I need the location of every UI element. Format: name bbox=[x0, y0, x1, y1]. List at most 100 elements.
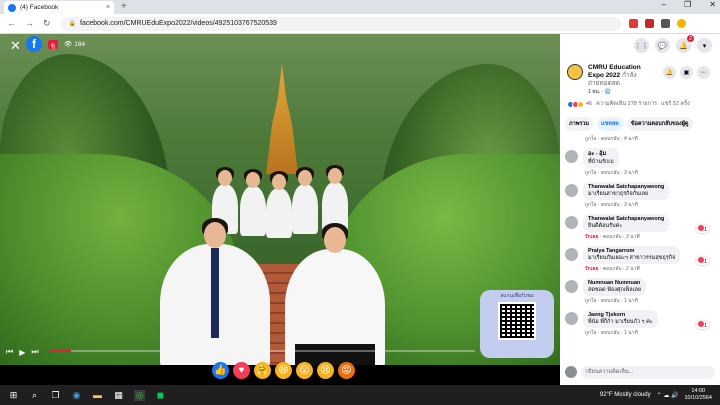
comment-bubble: อะ - อุ้ม ที่บ้านรักเบ bbox=[583, 148, 619, 168]
comment-actions[interactable]: · ตอบกลับ · 2 นาที bbox=[598, 266, 640, 272]
minimize-button[interactable]: – bbox=[662, 0, 666, 9]
comment-author[interactable]: Jaeng Tjskorn bbox=[588, 312, 653, 318]
tab-viewer-replies[interactable]: ข้อความตอบกลับของผู้ดู bbox=[626, 117, 693, 131]
like-count-value: 1 bbox=[704, 259, 707, 265]
love-reaction-icon[interactable]: ♥ bbox=[233, 362, 250, 379]
notification-badge: 2 bbox=[687, 35, 694, 42]
edge-icon[interactable]: ◉ bbox=[71, 390, 82, 401]
comment-author[interactable]: Numnuan Numnuan bbox=[588, 280, 641, 286]
menu-grid-icon[interactable]: ⋮⋮ bbox=[634, 38, 649, 53]
angry-reaction-icon[interactable]: 😡 bbox=[338, 362, 355, 379]
window-controls: – ❐ ✕ bbox=[662, 0, 716, 9]
browser-tab[interactable]: (4) Facebook × bbox=[4, 1, 114, 14]
page-actions: 🔔 ▣ ⋯ bbox=[663, 66, 710, 79]
video-player[interactable]: สแกนเพื่อรับชม bbox=[0, 34, 560, 365]
commenter-avatar[interactable] bbox=[565, 312, 578, 325]
tray-icons[interactable]: ⌃ ☁ 🔊 bbox=[657, 392, 679, 399]
comment-author[interactable]: Thanwalai Satchapanyawong bbox=[588, 184, 664, 190]
tab-title: (4) Facebook bbox=[20, 4, 59, 11]
video-person bbox=[266, 171, 292, 238]
commenter-avatar[interactable] bbox=[565, 248, 578, 261]
panel-tabs: ภาพรวม แชทสด ข้อความตอบกลับของผู้ดู bbox=[565, 117, 693, 131]
facebook-logo-icon[interactable]: f bbox=[26, 36, 42, 52]
comments-count[interactable]: ความคิดเห็น 278 รายการ bbox=[596, 100, 657, 108]
url-field[interactable]: 🔒 facebook.com/CMRUEduExpo2022/videos/49… bbox=[60, 16, 621, 31]
tab-live-chat[interactable]: แชทสด bbox=[597, 117, 623, 131]
comment-author[interactable]: อะ - อุ้ม bbox=[588, 150, 614, 158]
comment-meta: ถูกใจ · ตอบกลับ · 1 นาที bbox=[585, 329, 715, 337]
notifications-icon[interactable]: 🔔 2 bbox=[676, 35, 694, 53]
like-count-value: 1 bbox=[704, 227, 707, 233]
commenter-avatar[interactable] bbox=[565, 184, 578, 197]
comment-actions[interactable]: · ตอบกลับ · 3 นาที bbox=[598, 234, 640, 240]
more-icon[interactable]: ⋯ bbox=[697, 66, 710, 79]
new-tab-button[interactable]: + bbox=[121, 1, 127, 12]
comment-item: Thanwalai Satchapanyawong ยินดีต้อนรับค่ะ… bbox=[565, 214, 715, 241]
like-reaction-icon[interactable]: 👍 bbox=[212, 362, 229, 379]
extension-icon[interactable] bbox=[628, 19, 638, 28]
haha-reaction-icon[interactable]: 😆 bbox=[275, 362, 292, 379]
close-video-button[interactable]: ✕ bbox=[10, 38, 21, 54]
sad-reaction-icon[interactable]: 😢 bbox=[317, 362, 334, 379]
comment-actions[interactable]: ถูกใจ · ตอบกลับ · 1 นาที bbox=[585, 330, 638, 336]
comment-actions[interactable]: ถูกใจ · ตอบกลับ · 4 นาที bbox=[585, 136, 638, 142]
wow-reaction-icon[interactable]: 😮 bbox=[296, 362, 313, 379]
comment-text: ที่บ้านรักเบ bbox=[588, 159, 614, 165]
close-window-button[interactable]: ✕ bbox=[709, 0, 716, 9]
video-progress-bar[interactable] bbox=[50, 350, 475, 352]
comment-actions[interactable]: ถูกใจ · ตอบกลับ · 1 นาที bbox=[585, 298, 638, 304]
clock[interactable]: 14:00 10/10/2564 bbox=[684, 388, 712, 402]
comment-actions[interactable]: ถูกใจ · ตอบกลับ · 3 นาที bbox=[585, 170, 638, 176]
bell-icon[interactable]: 🔔 bbox=[663, 66, 676, 79]
commenter-avatar[interactable] bbox=[565, 216, 578, 229]
play-icon[interactable]: ▶ bbox=[19, 348, 25, 357]
store-icon[interactable]: ▦ bbox=[113, 390, 124, 401]
page-avatar[interactable] bbox=[567, 64, 583, 80]
profile-icon[interactable] bbox=[676, 19, 686, 28]
comment-item: Thanwalai Satchapanyawong มาเรียนสาขาธุรก… bbox=[565, 182, 715, 209]
comment-meta: รักเลย · ตอบกลับ · 3 นาที bbox=[585, 233, 715, 241]
viewer-count-value: 184 bbox=[74, 40, 86, 48]
weather-status[interactable]: 92°F Mostly cloudy bbox=[600, 392, 651, 398]
reactions-count[interactable]: 46 bbox=[586, 101, 592, 107]
reaction-bar: 👍 ♥ 🤗 😆 😮 😢 😡 bbox=[212, 362, 355, 379]
post-stats: 46 ความคิดเห็น 278 รายการ แชร์ 52 ครั้ง bbox=[567, 100, 690, 108]
love-reaction-label[interactable]: รักเลย bbox=[585, 234, 598, 240]
facebook-favicon-icon bbox=[8, 3, 16, 12]
qr-caption: สแกนเพื่อรับชม bbox=[500, 293, 534, 299]
comments-panel: ⋮⋮ 💬 🔔 2 ▾ CMRU Education Expo 2022 กำลัง… bbox=[560, 34, 720, 385]
line-icon[interactable]: ◼ bbox=[155, 390, 166, 401]
reload-icon[interactable]: ↻ bbox=[43, 18, 51, 29]
task-view-icon[interactable]: ❐ bbox=[50, 390, 61, 401]
skip-forward-icon[interactable]: ⏭ bbox=[31, 347, 38, 357]
messenger-icon[interactable]: 💬 bbox=[655, 38, 670, 53]
save-icon[interactable]: ▣ bbox=[680, 66, 693, 79]
comment-bubble: Numnuan Numnuan สดชอด ฟ้องศุกเพ็ลเลย bbox=[583, 278, 647, 296]
love-reaction-label[interactable]: รักเลย bbox=[585, 266, 598, 272]
care-reaction-icon[interactable]: 🤗 bbox=[254, 362, 271, 379]
search-icon[interactable]: ⌕ bbox=[29, 390, 40, 401]
tab-overview[interactable]: ภาพรวม bbox=[565, 117, 594, 131]
chrome-icon[interactable]: ◎ bbox=[134, 389, 145, 401]
comment-meta: ถูกใจ · ตอบกลับ · 1 นาที bbox=[585, 297, 715, 305]
pdf-extension-icon[interactable] bbox=[644, 19, 654, 28]
comment-actions[interactable]: ถูกใจ · ตอบกลับ · 3 นาที bbox=[585, 202, 638, 208]
file-explorer-icon[interactable]: ▬ bbox=[92, 390, 103, 401]
comment-author[interactable]: Thanwalai Satchapanyawong bbox=[588, 216, 664, 222]
shares-count[interactable]: แชร์ 52 ครั้ง bbox=[661, 100, 690, 108]
account-menu-icon[interactable]: ▾ bbox=[697, 38, 712, 53]
commenter-avatar[interactable] bbox=[565, 150, 578, 163]
comment-author[interactable]: Praiya Tangarrom bbox=[588, 248, 675, 254]
comment-composer: เขียนความคิดเห็น... bbox=[565, 364, 715, 380]
forward-icon[interactable]: → bbox=[25, 18, 34, 29]
comment-list: ถูกใจ · ตอบกลับ · 4 นาทีอะ - อุ้ม ที่บ้าน… bbox=[565, 134, 715, 342]
tab-close-button[interactable]: × bbox=[106, 4, 110, 11]
commenter-avatar[interactable] bbox=[565, 280, 578, 293]
puzzle-icon[interactable] bbox=[660, 19, 670, 28]
windows-start-icon[interactable]: ⊞ bbox=[8, 390, 19, 401]
qr-code-icon bbox=[498, 302, 536, 340]
maximize-button[interactable]: ❐ bbox=[684, 0, 691, 9]
skip-back-icon[interactable]: ⏮ bbox=[6, 347, 13, 357]
comment-input[interactable]: เขียนความคิดเห็น... bbox=[581, 365, 715, 379]
back-icon[interactable]: ← bbox=[7, 18, 16, 29]
